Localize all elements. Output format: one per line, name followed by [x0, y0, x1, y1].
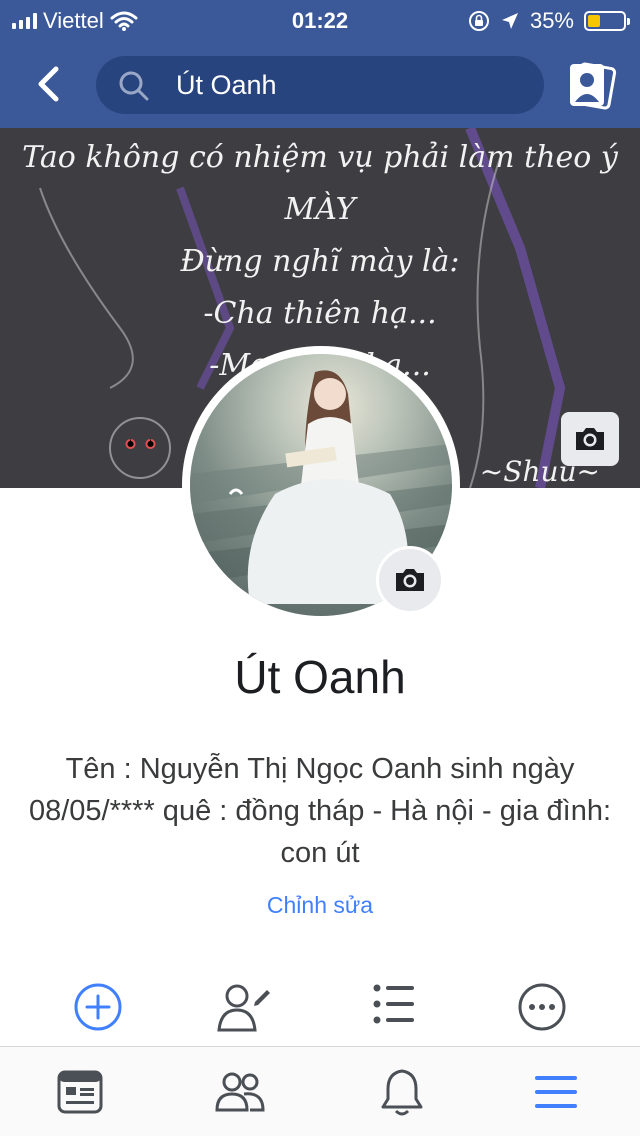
tab-news-feed[interactable] [40, 1065, 120, 1119]
camera-icon [576, 428, 604, 450]
more-icon [518, 983, 566, 1031]
cover-line: Tao không có nhiệm vụ phải làm theo ý [22, 140, 618, 175]
bottom-tab-bar [0, 1046, 640, 1136]
edit-profile-picture-button[interactable] [376, 546, 444, 614]
profile-name: Út Oanh [234, 651, 406, 703]
back-button[interactable] [26, 60, 70, 108]
profile-bio: Tên : Nguyễn Thị Ngọc Oanh sinh ngày 08/… [28, 753, 612, 869]
tab-menu[interactable] [516, 1065, 596, 1119]
list-icon [373, 984, 414, 1024]
edit-bio-link[interactable]: Chỉnh sửa [0, 892, 640, 919]
search-query: Út Oanh [176, 70, 277, 100]
cover-line: MÀY [284, 192, 356, 227]
nav-bar: Út Oanh [0, 40, 640, 128]
status-right-group: 35% [468, 8, 630, 34]
action-activity-log[interactable] [334, 982, 454, 1026]
profile-actions [0, 982, 640, 1046]
notifications-icon [381, 1069, 423, 1116]
friends-icon [215, 1072, 265, 1112]
search-icon [119, 71, 149, 101]
action-edit-profile[interactable] [184, 982, 304, 1032]
tab-friends[interactable] [200, 1065, 280, 1119]
cover-line: Đừng nghĩ mày là: [180, 244, 460, 279]
search-input[interactable]: Út Oanh [96, 56, 544, 114]
action-add[interactable] [38, 982, 158, 1032]
battery-percent: 35% [529, 8, 574, 33]
profile-switch-button[interactable] [564, 58, 620, 114]
rotation-lock-icon [468, 11, 489, 31]
profile-switch-icon [570, 62, 617, 110]
edit-profile-icon [217, 984, 270, 1032]
status-bar: Viettel 01:22 35% [0, 0, 640, 40]
action-more[interactable] [482, 982, 602, 1032]
back-chevron-icon [38, 66, 59, 102]
cover-line: -Cha thiên hạ... [203, 296, 437, 331]
location-arrow-icon [501, 13, 518, 29]
battery-icon [584, 11, 630, 31]
edit-cover-photo-button[interactable] [561, 412, 619, 466]
menu-icon [535, 1076, 577, 1108]
add-circle-icon [74, 983, 122, 1031]
tab-notifications[interactable] [362, 1065, 442, 1119]
camera-icon [396, 569, 424, 591]
news-feed-icon [57, 1070, 103, 1114]
